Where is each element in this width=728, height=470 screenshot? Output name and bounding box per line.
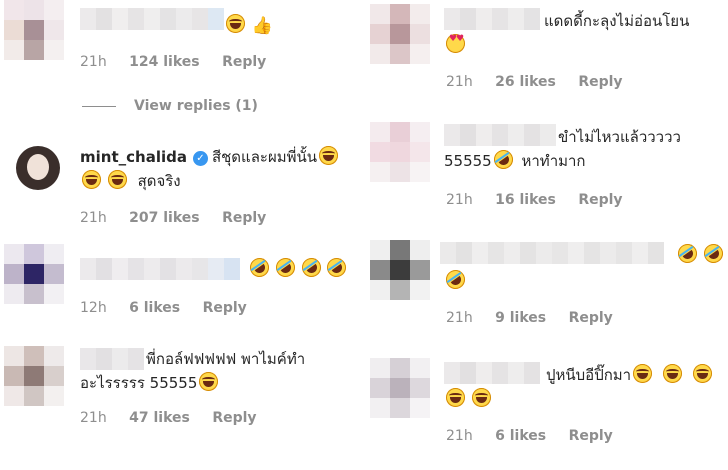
right-comment-3-meta: 21h 9 likes Reply bbox=[446, 310, 631, 326]
blurred-username bbox=[444, 362, 540, 384]
right-comment-3-line2 bbox=[442, 266, 469, 293]
blurred-username bbox=[80, 258, 240, 280]
comment-text-cont: อะไรรรรร 55555 bbox=[80, 374, 198, 392]
comment-time: 21h bbox=[80, 54, 107, 70]
reply-button[interactable]: Reply bbox=[578, 192, 622, 208]
reply-button[interactable]: Reply bbox=[203, 300, 247, 316]
comment-4-line2: อะไรรรรร 55555 bbox=[80, 372, 219, 394]
blurred-avatar[interactable] bbox=[4, 0, 64, 60]
face-with-tears-of-joy-icon bbox=[471, 388, 491, 407]
blurred-username bbox=[80, 348, 144, 370]
comment-time: 21h bbox=[446, 310, 473, 326]
comment-text-cont-2: หาทำมาก bbox=[521, 152, 586, 170]
likes-count[interactable]: 124 likes bbox=[129, 54, 199, 70]
right-comment-4-meta: 21h 6 likes Reply bbox=[446, 428, 631, 444]
right-comment-2-line1: ขำไม่ไหวแล้ววววว bbox=[558, 126, 681, 148]
comment-text: สีชุดและผมพี่นั้น bbox=[211, 148, 318, 166]
heart-eyes-icon bbox=[446, 34, 465, 53]
reply-button[interactable]: Reply bbox=[212, 410, 256, 426]
view-replies-label[interactable]: View replies (1) bbox=[134, 98, 258, 114]
view-replies-button[interactable]: View replies (1) bbox=[82, 98, 258, 114]
comment-text: พี่กอล์ฟฟฟฟฟ พาไมค์ทำ bbox=[146, 350, 306, 368]
face-with-tears-of-joy-icon bbox=[633, 364, 653, 383]
avatar[interactable] bbox=[16, 146, 60, 190]
comment-2-line2: สุดจริง bbox=[80, 170, 181, 192]
blurred-username bbox=[80, 8, 224, 30]
right-comment-4-line1: ปูหนีบอีปิ๊กมา bbox=[546, 364, 712, 386]
verified-badge-icon: ✓ bbox=[192, 151, 208, 166]
likes-count[interactable]: 26 likes bbox=[495, 74, 556, 90]
likes-count[interactable]: 16 likes bbox=[495, 192, 556, 208]
thumbs-up-icon: 👍 bbox=[251, 16, 273, 36]
face-with-tears-of-joy-icon bbox=[82, 170, 101, 189]
rolling-on-floor-laughing-icon bbox=[674, 240, 701, 267]
comment-1-emojis: 👍 bbox=[224, 14, 273, 37]
comment-2-meta: 21h 207 likes Reply bbox=[80, 210, 284, 226]
rolling-on-floor-laughing-icon bbox=[700, 240, 727, 267]
left-comment-column: 👍 21h 124 likes Reply View replies (1) m… bbox=[0, 0, 364, 470]
right-comment-2-line2: 55555 หาทำมาก bbox=[444, 146, 586, 173]
comment-4-line1: พี่กอล์ฟฟฟฟฟ พาไมค์ทำ bbox=[146, 348, 305, 370]
comment-3-meta: 12h 6 likes Reply bbox=[80, 300, 265, 316]
right-comment-column: แดดดี้กะลุงไม่อ่อนโยน 21h 26 likes Reply… bbox=[366, 0, 728, 470]
right-comment-3-emojis bbox=[674, 240, 727, 267]
comment-time: 12h bbox=[80, 300, 107, 316]
rolling-on-floor-laughing-icon bbox=[272, 254, 299, 281]
reply-button[interactable]: Reply bbox=[578, 74, 622, 90]
blurred-avatar[interactable] bbox=[370, 358, 430, 418]
face-with-tears-of-joy-icon bbox=[692, 364, 712, 383]
comment-time: 21h bbox=[80, 210, 107, 226]
rolling-on-floor-laughing-icon bbox=[246, 254, 273, 281]
blurred-avatar[interactable] bbox=[4, 244, 64, 304]
right-comment-4-line2 bbox=[444, 388, 491, 410]
blurred-username bbox=[444, 8, 540, 30]
comment-1-meta: 21h 124 likes Reply bbox=[80, 54, 284, 70]
likes-count[interactable]: 6 likes bbox=[495, 428, 546, 444]
comment-time: 21h bbox=[80, 410, 107, 426]
likes-count[interactable]: 47 likes bbox=[129, 410, 190, 426]
face-with-tears-of-joy-icon bbox=[319, 146, 339, 165]
face-with-tears-of-joy-icon bbox=[107, 170, 127, 189]
face-with-tears-of-joy-icon bbox=[662, 364, 682, 383]
blurred-avatar[interactable] bbox=[370, 240, 430, 300]
reply-button[interactable]: Reply bbox=[222, 54, 266, 70]
view-replies-line bbox=[82, 105, 116, 107]
right-comment-1-line1: แดดดี้กะลุงไม่อ่อนโยน bbox=[544, 10, 689, 32]
blurred-username bbox=[444, 124, 556, 146]
comment-text: ปูหนีบอีปิ๊กมา bbox=[546, 366, 632, 384]
likes-count[interactable]: 9 likes bbox=[495, 310, 546, 326]
rolling-on-floor-laughing-icon bbox=[442, 266, 469, 293]
likes-count[interactable]: 207 likes bbox=[129, 210, 199, 226]
right-comment-1-line2 bbox=[444, 34, 465, 56]
face-with-tears-of-joy-icon bbox=[226, 14, 245, 33]
comment-3-emojis bbox=[246, 254, 351, 281]
comment-text-cont: 55555 bbox=[444, 152, 492, 170]
reply-button[interactable]: Reply bbox=[569, 428, 613, 444]
rolling-on-floor-laughing-icon bbox=[297, 254, 325, 281]
comment-time: 21h bbox=[446, 428, 473, 444]
right-comment-1-meta: 21h 26 likes Reply bbox=[446, 74, 641, 90]
comment-time: 21h bbox=[446, 192, 473, 208]
username[interactable]: mint_chalida bbox=[80, 148, 187, 166]
comment-text: แดดดี้กะลุงไม่อ่อนโยน bbox=[544, 12, 690, 30]
reply-button[interactable]: Reply bbox=[222, 210, 266, 226]
rolling-on-floor-laughing-icon bbox=[489, 146, 517, 173]
blurred-avatar[interactable] bbox=[370, 4, 430, 64]
comment-text-cont: สุดจริง bbox=[137, 172, 181, 190]
comment-4-meta: 21h 47 likes Reply bbox=[80, 410, 275, 426]
blurred-avatar[interactable] bbox=[4, 346, 64, 406]
right-comment-2-meta: 21h 16 likes Reply bbox=[446, 192, 641, 208]
face-with-tears-of-joy-icon bbox=[199, 372, 219, 391]
likes-count[interactable]: 6 likes bbox=[129, 300, 180, 316]
blurred-avatar[interactable] bbox=[370, 122, 430, 182]
comment-time: 21h bbox=[446, 74, 473, 90]
face-with-tears-of-joy-icon bbox=[446, 388, 465, 407]
reply-button[interactable]: Reply bbox=[569, 310, 613, 326]
comment-2-line1: mint_chalida ✓ สีชุดและผมพี่นั้น bbox=[80, 146, 339, 168]
rolling-on-floor-laughing-icon bbox=[323, 254, 351, 281]
blurred-username bbox=[440, 242, 664, 264]
comment-text: ขำไม่ไหวแล้ววววว bbox=[558, 128, 681, 146]
